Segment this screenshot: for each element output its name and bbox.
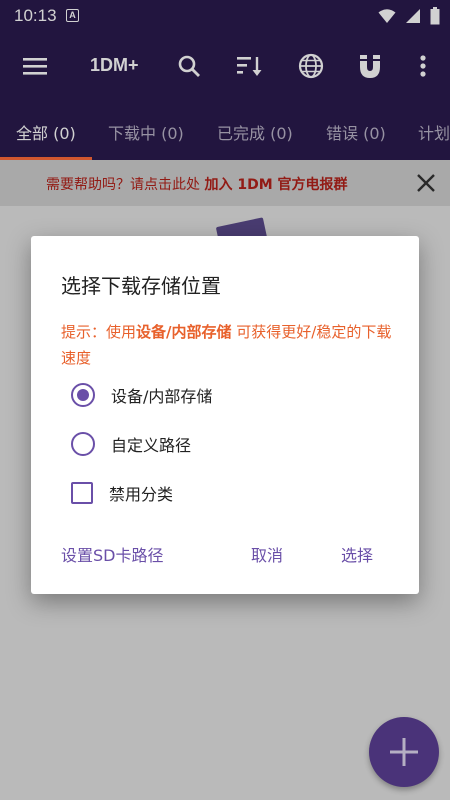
- option-label: 自定义路径: [111, 436, 192, 455]
- dialog-title: 选择下载存储位置: [61, 274, 221, 298]
- checkbox-label: 禁用分类: [109, 485, 174, 504]
- dialog-hint: 提示：使用设备/内部存储 可获得更好/稳定的下载速度: [61, 319, 396, 371]
- checkbox[interactable]: [71, 482, 93, 504]
- hint-prefix: 提示：使用: [61, 323, 137, 341]
- set-sd-path-button[interactable]: 设置SD卡路径: [61, 542, 163, 566]
- hint-bold: 设备/内部存储: [136, 323, 232, 341]
- cancel-button[interactable]: 取消: [251, 542, 283, 566]
- radio-button[interactable]: [71, 432, 95, 456]
- option-custom-path[interactable]: 自定义路径: [71, 429, 191, 459]
- storage-location-dialog: 选择下载存储位置 提示：使用设备/内部存储 可获得更好/稳定的下载速度 设备/内…: [31, 236, 419, 594]
- option-internal-storage[interactable]: 设备/内部存储: [71, 380, 212, 410]
- radio-button-selected[interactable]: [71, 383, 95, 407]
- option-label: 设备/内部存储: [111, 387, 213, 406]
- option-disable-categories[interactable]: 禁用分类: [71, 478, 173, 508]
- select-button[interactable]: 选择: [341, 542, 373, 566]
